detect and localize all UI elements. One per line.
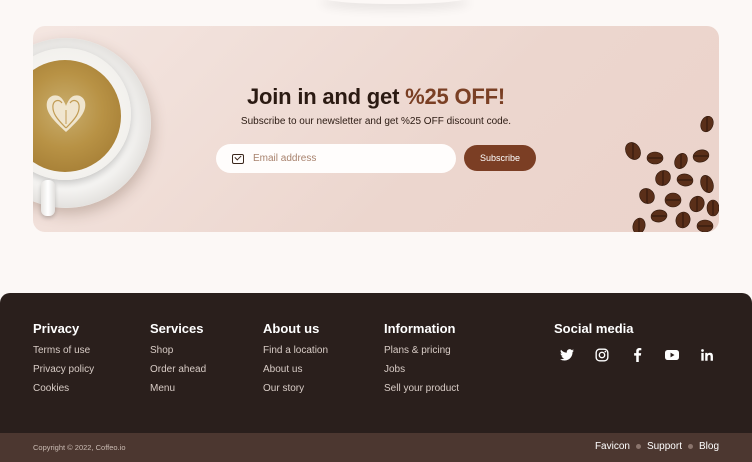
instagram-icon[interactable] (595, 348, 609, 362)
footer-column-title: Services (150, 321, 204, 336)
footer-column-services: Services Shop Order ahead Menu (150, 321, 206, 402)
footer-bottom-links: Favicon Support Blog (595, 441, 719, 452)
email-input[interactable] (253, 153, 433, 164)
discount-highlight: %25 OFF! (405, 84, 505, 109)
footer-link-about-us[interactable]: About us (263, 364, 328, 375)
header-shadow (320, 0, 470, 4)
social-title: Social media (554, 321, 634, 336)
bottom-link-blog[interactable]: Blog (699, 441, 719, 452)
coffee-beans-image (625, 116, 719, 232)
footer-link-sell-product[interactable]: Sell your product (384, 383, 459, 394)
footer-bottom-bar: Copyright © 2022, Coffeo.io Favicon Supp… (0, 433, 752, 462)
footer-link-privacy-policy[interactable]: Privacy policy (33, 364, 94, 375)
footer-column-title: Privacy (33, 321, 80, 336)
footer-link-shop[interactable]: Shop (150, 345, 206, 356)
footer-column-title: Information (384, 321, 456, 336)
footer-link-menu[interactable]: Menu (150, 383, 206, 394)
newsletter-title: Join in and get %25 OFF! (246, 84, 505, 109)
facebook-icon[interactable] (630, 348, 644, 362)
footer-column-information: Information Plans & pricing Jobs Sell yo… (384, 321, 459, 402)
mail-icon (232, 153, 244, 164)
footer-column-title: About us (263, 321, 320, 336)
subscribe-button[interactable]: Subscribe (464, 145, 536, 171)
footer-link-jobs[interactable]: Jobs (384, 364, 459, 375)
footer-link-cookies[interactable]: Cookies (33, 383, 94, 394)
footer-link-terms[interactable]: Terms of use (33, 345, 94, 356)
twitter-icon[interactable] (560, 348, 574, 362)
copyright-text: Copyright © 2022, Coffeo.io (33, 443, 126, 452)
footer-link-plans-pricing[interactable]: Plans & pricing (384, 345, 459, 356)
footer-link-order-ahead[interactable]: Order ahead (150, 364, 206, 375)
youtube-icon[interactable] (665, 348, 679, 362)
footer-social: Social media (554, 321, 714, 362)
footer-column-about: About us Find a location About us Our st… (263, 321, 328, 402)
separator-dot (687, 444, 693, 449)
bottom-link-favicon[interactable]: Favicon (595, 441, 630, 452)
newsletter-subtitle: Subscribe to our newsletter and get %25 … (240, 116, 512, 127)
footer-link-find-location[interactable]: Find a location (263, 345, 328, 356)
footer-link-our-story[interactable]: Our story (263, 383, 328, 394)
separator-dot (635, 444, 641, 449)
site-footer: Privacy Terms of use Privacy policy Cook… (0, 293, 752, 462)
footer-column-privacy: Privacy Terms of use Privacy policy Cook… (33, 321, 94, 402)
linkedin-icon[interactable] (700, 348, 714, 362)
bottom-link-support[interactable]: Support (647, 441, 682, 452)
newsletter-banner: Join in and get %25 OFF! Subscribe to ou… (33, 26, 719, 232)
email-field[interactable] (216, 144, 456, 173)
